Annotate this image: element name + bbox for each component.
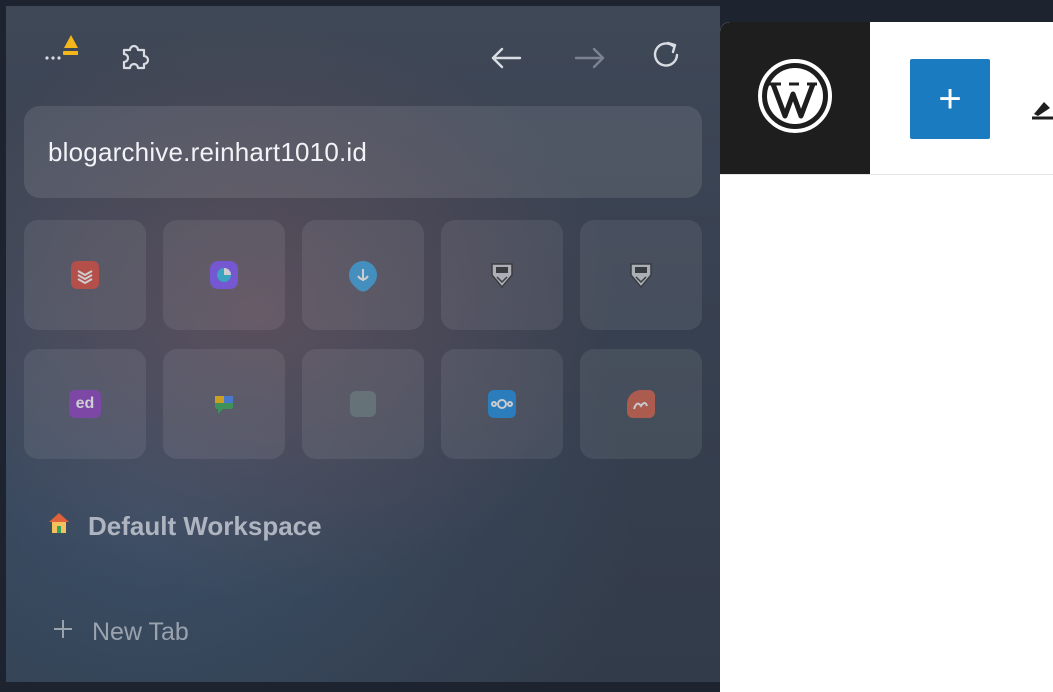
campus-tab-1[interactable] xyxy=(441,220,563,330)
analytics-tab[interactable] xyxy=(163,220,285,330)
nextcloud-tab[interactable] xyxy=(441,349,563,459)
anchor-tab[interactable] xyxy=(302,220,424,330)
sway-tab[interactable] xyxy=(580,349,702,459)
arrow-left-icon[interactable] xyxy=(488,44,524,72)
ed-icon-label: ed xyxy=(75,395,95,412)
page-content: + xyxy=(720,22,1053,692)
pie-chart-icon xyxy=(210,261,238,289)
wordpress-logo-icon xyxy=(757,58,833,139)
new-tab-button[interactable]: New Tab xyxy=(52,612,189,652)
add-block-label: + xyxy=(938,76,962,121)
blank-square-icon xyxy=(350,391,376,417)
pinned-tabs-grid: ed xyxy=(24,220,704,459)
house-icon xyxy=(46,510,72,543)
shield-crest-icon xyxy=(627,261,655,289)
reload-icon[interactable] xyxy=(648,38,684,74)
ed-icon: ed xyxy=(69,390,101,418)
browser-sidebar: blogarchive.reinhart1010.id ed Default W… xyxy=(6,6,720,682)
editor-header: + xyxy=(720,22,1053,175)
add-block-button[interactable]: + xyxy=(910,59,990,139)
anchor-icon xyxy=(343,255,383,295)
nextcloud-icon xyxy=(488,390,516,418)
plus-icon xyxy=(52,618,74,647)
address-bar[interactable]: blogarchive.reinhart1010.id xyxy=(24,106,702,198)
pen-icon[interactable] xyxy=(1030,80,1053,120)
wordpress-logo-button[interactable] xyxy=(720,22,870,174)
new-tab-label: New Tab xyxy=(92,617,189,646)
arrow-right-icon[interactable] xyxy=(572,44,608,72)
sidebar-toolbar xyxy=(6,6,720,106)
workspace-label: Default Workspace xyxy=(88,510,322,541)
shield-crest-icon xyxy=(488,261,516,289)
todoist-tab[interactable] xyxy=(24,220,146,330)
alert-triangle-icon[interactable] xyxy=(44,30,79,64)
scribble-icon xyxy=(627,390,655,418)
todoist-icon xyxy=(71,261,99,289)
url-text: blogarchive.reinhart1010.id xyxy=(48,136,368,167)
blank-tab[interactable] xyxy=(302,349,424,459)
workspace-switcher[interactable]: Default Workspace xyxy=(46,506,322,546)
campus-tab-2[interactable] xyxy=(580,220,702,330)
puzzle-icon[interactable] xyxy=(118,38,152,72)
ed-tab[interactable]: ed xyxy=(24,349,146,459)
chat-tab[interactable] xyxy=(163,349,285,459)
chat-icon xyxy=(210,390,238,418)
